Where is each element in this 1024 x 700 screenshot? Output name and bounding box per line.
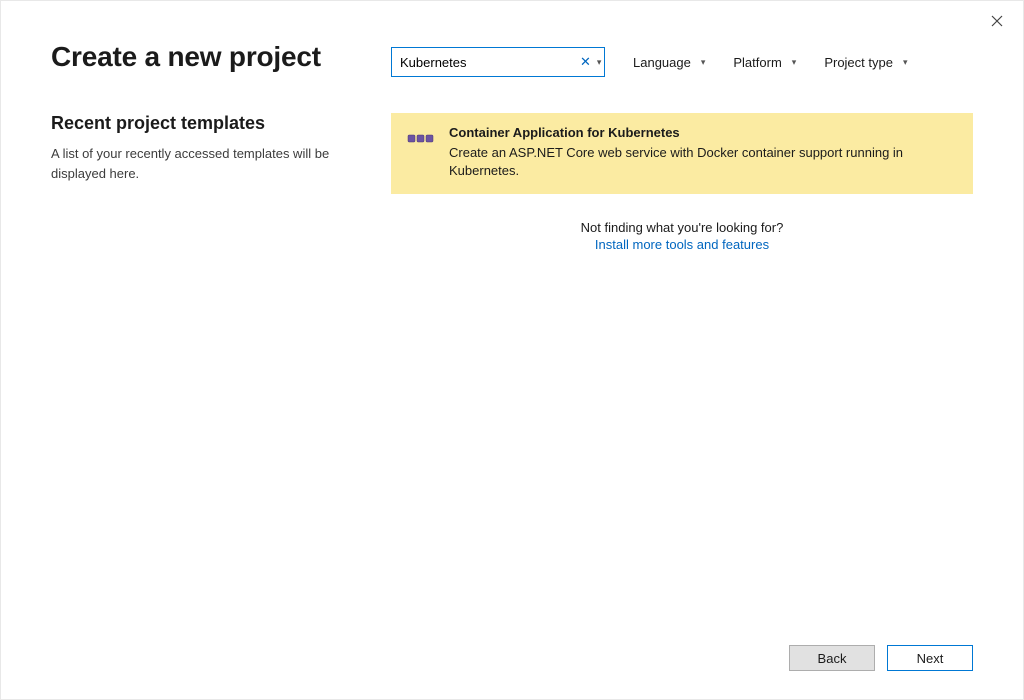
- recent-templates-description: A list of your recently accessed templat…: [51, 144, 351, 183]
- chevron-down-icon: ▾: [792, 57, 797, 68]
- toolbar: ✕ ▾ Language ▾ Platform ▾ Project type ▾: [391, 47, 973, 77]
- platform-filter-label: Platform: [733, 55, 781, 70]
- projecttype-filter[interactable]: Project type ▾: [824, 55, 907, 70]
- back-button[interactable]: Back: [789, 645, 875, 671]
- chevron-down-icon: ▾: [701, 57, 706, 68]
- kubernetes-icon: [407, 127, 435, 149]
- not-finding-box: Not finding what you're looking for? Ins…: [573, 218, 791, 254]
- search-box[interactable]: ✕ ▾: [391, 47, 605, 77]
- not-finding-prompt: Not finding what you're looking for?: [573, 220, 791, 235]
- template-description: Create an ASP.NET Core web service with …: [449, 144, 957, 180]
- search-dropdown-icon[interactable]: ▾: [595, 57, 602, 68]
- close-icon[interactable]: [987, 11, 1007, 34]
- recent-templates-heading: Recent project templates: [51, 113, 351, 134]
- projecttype-filter-label: Project type: [824, 55, 893, 70]
- clear-search-icon[interactable]: ✕: [576, 54, 595, 70]
- platform-filter[interactable]: Platform ▾: [733, 55, 796, 70]
- install-more-link[interactable]: Install more tools and features: [573, 237, 791, 252]
- next-button[interactable]: Next: [887, 645, 973, 671]
- language-filter[interactable]: Language ▾: [633, 55, 705, 70]
- page-title: Create a new project: [51, 41, 351, 73]
- template-item-kubernetes[interactable]: Container Application for Kubernetes Cre…: [391, 113, 973, 194]
- language-filter-label: Language: [633, 55, 691, 70]
- search-input[interactable]: [400, 55, 576, 70]
- chevron-down-icon: ▾: [903, 57, 908, 68]
- template-title: Container Application for Kubernetes: [449, 125, 957, 140]
